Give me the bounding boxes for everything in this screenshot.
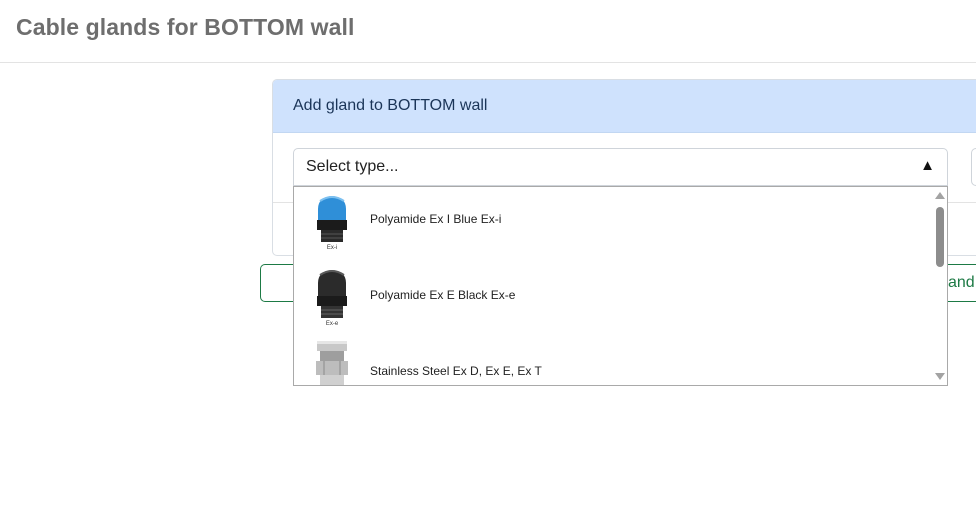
secondary-select[interactable] <box>971 148 976 186</box>
scroll-thumb[interactable] <box>936 207 944 267</box>
scroll-up-arrow-icon[interactable] <box>935 192 945 199</box>
svg-text:Ex-i: Ex-i <box>327 245 337 251</box>
dropdown-scrollbar[interactable] <box>932 187 947 385</box>
svg-text:Ex-e: Ex-e <box>326 321 339 327</box>
card-header: Add gland to BOTTOM wall <box>273 80 976 133</box>
page-title: Cable glands for BOTTOM wall <box>16 14 355 40</box>
option-stainless-steel[interactable]: Stainless Steel Ex D, Ex E, Ex T <box>294 339 934 385</box>
option-label: Polyamide Ex I Blue Ex-i <box>370 212 502 226</box>
triangle-up-icon: ▲ <box>920 157 935 174</box>
black-gland-icon: Ex-e <box>317 270 347 327</box>
gland-type-select[interactable]: Select type... ▲ <box>293 148 948 186</box>
scroll-down-arrow-icon[interactable] <box>935 373 945 380</box>
card-header-title: Add gland to BOTTOM wall <box>293 97 488 114</box>
page-header: Cable glands for BOTTOM wall <box>0 0 976 63</box>
option-label: Polyamide Ex E Black Ex-e <box>370 288 516 302</box>
steel-gland-icon <box>316 341 348 385</box>
option-polyamide-black[interactable]: Ex-e Polyamide Ex E Black Ex-e <box>294 263 934 339</box>
blue-gland-icon: Ex-i <box>317 196 347 251</box>
add-gland-button-label: and ( <box>948 274 976 291</box>
select-value: Select type... <box>306 158 399 175</box>
option-polyamide-blue[interactable]: Ex-i Polyamide Ex I Blue Ex-i <box>294 187 934 263</box>
option-label: Stainless Steel Ex D, Ex E, Ex T <box>370 364 542 378</box>
gland-type-dropdown: Ex-i Polyamide Ex I Blue Ex-i Ex-e Polya… <box>293 186 948 386</box>
